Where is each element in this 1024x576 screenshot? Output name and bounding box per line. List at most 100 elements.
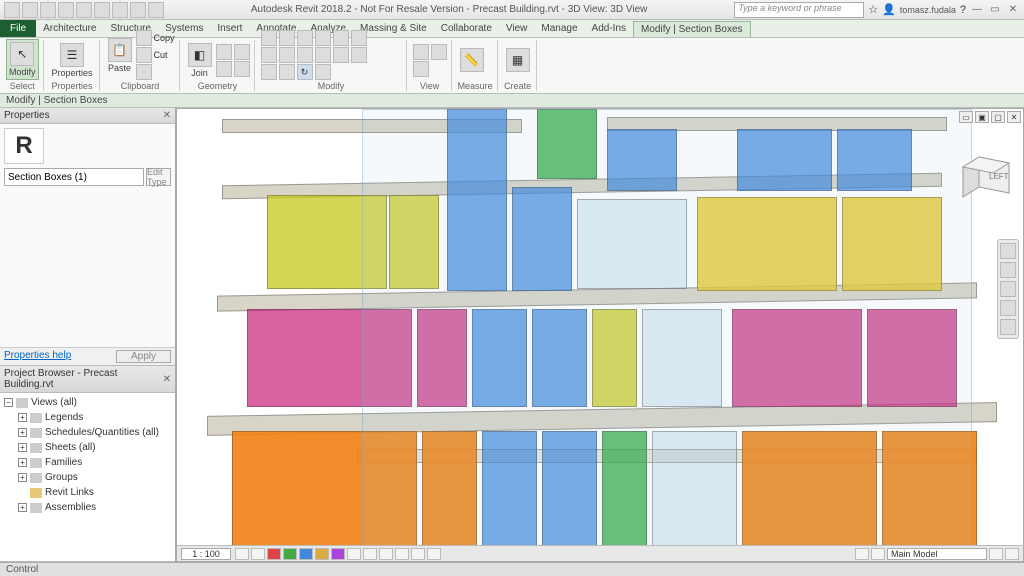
qat-save-icon[interactable]	[40, 2, 56, 18]
tree-groups[interactable]: Groups	[45, 470, 78, 485]
view-close-button[interactable]: ✕	[1007, 111, 1021, 123]
worksharing-icon[interactable]	[395, 548, 409, 560]
tab-architecture[interactable]: Architecture	[36, 21, 103, 36]
tree-assemblies[interactable]: Assemblies	[45, 500, 96, 515]
qat-undo-icon[interactable]	[58, 2, 74, 18]
tab-view[interactable]: View	[499, 21, 535, 36]
navigation-bar[interactable]	[997, 239, 1019, 339]
help-icon[interactable]: ?	[960, 4, 966, 16]
tree-schedules[interactable]: Schedules/Quantities (all)	[45, 425, 159, 440]
minimize-button[interactable]: —	[970, 3, 984, 17]
orbit-icon[interactable]	[1000, 300, 1016, 316]
tab-manage[interactable]: Manage	[534, 21, 584, 36]
detail-level-icon[interactable]	[235, 548, 249, 560]
tree-expander-icon[interactable]: +	[18, 503, 27, 512]
signin-icon[interactable]: 👤	[882, 3, 896, 16]
tree-expander-icon[interactable]: +	[18, 413, 27, 422]
tree-revitlinks[interactable]: Revit Links	[45, 485, 94, 500]
mod15-icon[interactable]	[315, 64, 331, 80]
selection-filter-dropdown[interactable]	[4, 168, 144, 186]
tree-sheets[interactable]: Sheets (all)	[45, 440, 96, 455]
mod6-icon[interactable]	[351, 30, 367, 46]
tree-legends[interactable]: Legends	[45, 410, 83, 425]
view2-icon[interactable]	[431, 44, 447, 60]
browser-close-icon[interactable]: ✕	[163, 374, 171, 385]
properties-help-link[interactable]: Properties help	[4, 350, 71, 363]
mod4-icon[interactable]	[315, 30, 331, 46]
mod8-icon[interactable]	[279, 47, 295, 63]
restore-button[interactable]: ▭	[988, 3, 1002, 17]
tree-expander-icon[interactable]: +	[18, 473, 27, 482]
lock-3d-icon[interactable]	[347, 548, 361, 560]
constraints-icon[interactable]	[427, 548, 441, 560]
qat-measure-icon[interactable]	[130, 2, 146, 18]
main-model-selector[interactable]: Main Model	[887, 548, 987, 560]
mod5-icon[interactable]	[333, 30, 349, 46]
view-tile-button[interactable]: ▭	[959, 111, 973, 123]
tree-expander-icon[interactable]: +	[18, 428, 27, 437]
cut-button[interactable]: Cut	[136, 47, 175, 63]
view-cascade-button[interactable]: ▣	[975, 111, 989, 123]
rendering-icon[interactable]	[299, 548, 313, 560]
mod3-icon[interactable]	[297, 30, 313, 46]
crop-region-icon[interactable]	[331, 548, 345, 560]
tree-expander-icon[interactable]: −	[4, 398, 13, 407]
analytical-icon[interactable]	[411, 548, 425, 560]
qat-print-icon[interactable]	[94, 2, 110, 18]
file-menu[interactable]: File	[0, 20, 36, 37]
join-button[interactable]: ◧ Join	[186, 41, 214, 80]
modify-button[interactable]: ↖ Modify	[6, 39, 39, 80]
model-canvas[interactable]	[177, 109, 1023, 561]
qat-home-icon[interactable]	[4, 2, 20, 18]
mod13-icon[interactable]	[261, 64, 277, 80]
tab-modify-section-boxes[interactable]: Modify | Section Boxes	[633, 21, 751, 37]
paste-button[interactable]: 📋 Paste	[106, 36, 134, 75]
mod9-icon[interactable]	[297, 47, 313, 63]
star-icon[interactable]: ☆	[868, 3, 878, 16]
select-underlay-icon[interactable]	[871, 548, 885, 560]
project-tree[interactable]: −Views (all) +Legends +Schedules/Quantit…	[0, 393, 175, 517]
vc-extra1-icon[interactable]	[989, 548, 1003, 560]
view3-icon[interactable]	[413, 61, 429, 77]
viewcube[interactable]: LEFT	[959, 149, 1013, 203]
apply-button[interactable]: Apply	[116, 350, 171, 363]
measure-button[interactable]: 📏	[458, 46, 486, 74]
select-links-icon[interactable]	[855, 548, 869, 560]
copy-button[interactable]: Copy	[136, 30, 175, 46]
edit-type-button[interactable]: Edit Type	[146, 168, 171, 186]
zoom-icon[interactable]	[1000, 281, 1016, 297]
mod10-icon[interactable]	[315, 47, 331, 63]
geom1-icon[interactable]	[216, 44, 232, 60]
reveal-icon[interactable]	[379, 548, 393, 560]
tab-insert[interactable]: Insert	[210, 21, 249, 36]
vc-extra2-icon[interactable]	[1005, 548, 1019, 560]
mod14-icon[interactable]	[279, 64, 295, 80]
properties-button[interactable]: ☰ Properties	[50, 41, 95, 80]
create-button[interactable]: ▦	[504, 46, 532, 74]
tab-addins[interactable]: Add-Ins	[585, 21, 633, 36]
tab-collaborate[interactable]: Collaborate	[434, 21, 499, 36]
fullnav-icon[interactable]	[1000, 243, 1016, 259]
geom3-icon[interactable]	[216, 61, 232, 77]
view1-icon[interactable]	[413, 44, 429, 60]
mod1-icon[interactable]	[261, 30, 277, 46]
view-max-button[interactable]: ▢	[991, 111, 1005, 123]
mod12-icon[interactable]	[351, 47, 367, 63]
3d-view[interactable]: ▭ ▣ ▢ ✕ LEFT	[176, 108, 1024, 562]
search-input[interactable]: Type a keyword or phrase	[734, 2, 864, 18]
geom4-icon[interactable]	[234, 61, 250, 77]
mod7-icon[interactable]	[261, 47, 277, 63]
close-button[interactable]: ✕	[1006, 3, 1020, 17]
user-name[interactable]: tomasz.fudala	[900, 5, 956, 15]
refresh-icon[interactable]: ↻	[297, 64, 313, 80]
visual-style-icon[interactable]	[251, 548, 265, 560]
tree-expander-icon[interactable]: +	[18, 443, 27, 452]
tree-expander-icon[interactable]: +	[18, 458, 27, 467]
scale-selector[interactable]: 1 : 100	[181, 548, 231, 560]
match-button[interactable]	[136, 64, 175, 80]
qat-more-icon[interactable]	[148, 2, 164, 18]
tree-families[interactable]: Families	[45, 455, 82, 470]
sun-path-icon[interactable]	[267, 548, 281, 560]
shadows-icon[interactable]	[283, 548, 297, 560]
pan-icon[interactable]	[1000, 262, 1016, 278]
